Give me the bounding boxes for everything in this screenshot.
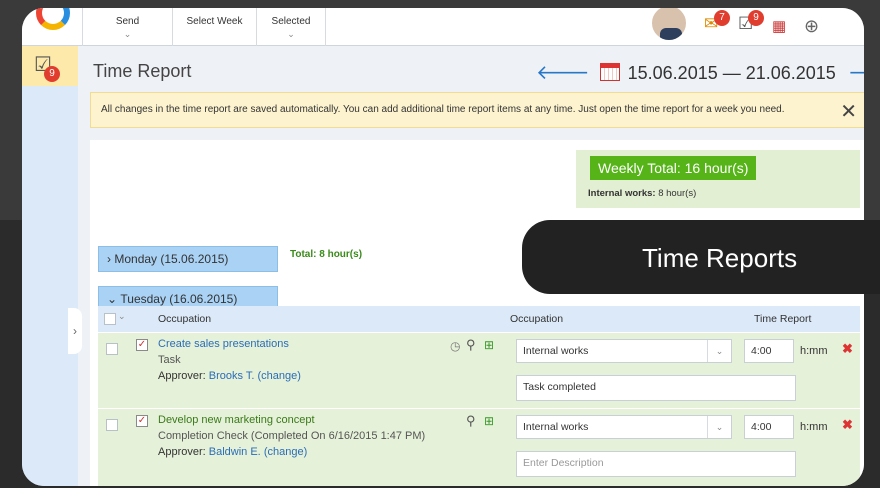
change-approver-link[interactable]: (change) [264, 446, 307, 458]
toolbar: Send ⌄ Select Week Selected ⌄ ✉ 7 ☑ 9 ▦ … [22, 8, 864, 46]
prev-week-arrow-icon[interactable]: 🡐 [536, 62, 590, 84]
time-input[interactable]: 4:00 [744, 415, 794, 439]
change-approver-link[interactable]: (change) [257, 370, 300, 382]
column-occupation[interactable]: Occupation [158, 313, 211, 325]
calendar-icon[interactable]: ▦ [772, 17, 796, 41]
send-button[interactable]: Send ⌄ [82, 8, 172, 46]
approver-label: Approver: [158, 370, 206, 382]
column-time-report[interactable]: Time Report [754, 313, 811, 325]
approver-label: Approver: [158, 446, 206, 458]
chevron-down-icon: ⌄ [107, 292, 121, 306]
search-icon[interactable]: ⚲ [466, 337, 476, 353]
grid-header: ⌄ Occupation Occupation Time Report [98, 306, 860, 332]
table-row: ✓ Develop new marketing concept Completi… [98, 408, 860, 486]
task-type: Task [158, 354, 181, 366]
approver: Approver: Brooks T. (change) [158, 370, 301, 382]
internal-works-label: Internal works: [588, 188, 656, 199]
date-range: 15.06.2015 — 21.06.2015 [627, 63, 836, 83]
notice-text: All changes in the time report are saved… [101, 104, 785, 115]
autosave-notice: All changes in the time report are saved… [90, 92, 864, 128]
time-reports-tooltip: Time Reports [522, 220, 880, 294]
select-all-checkbox[interactable] [104, 313, 116, 325]
mail-badge: 7 [714, 10, 730, 26]
task-title-link[interactable]: Create sales presentations [158, 338, 289, 350]
task-done-checkbox[interactable]: ✓ [136, 415, 148, 427]
clock-icon[interactable]: ◷ [450, 339, 460, 353]
sidebar-item-time-reports[interactable]: ☑ 9 [22, 46, 78, 86]
internal-works-summary: Internal works: 8 hour(s) [588, 188, 696, 199]
approver-link[interactable]: Baldwin E. [209, 446, 261, 458]
close-icon[interactable]: ✕ [840, 99, 857, 124]
day-label: Tuesday (16.06.2015) [120, 292, 238, 306]
weekly-summary: Weekly Total: 16 hour(s) Internal works:… [576, 150, 860, 208]
tasks-badge: 9 [748, 10, 764, 26]
table-row: ✓ Create sales presentations Task Approv… [98, 332, 860, 408]
description-input[interactable]: Enter Description [516, 451, 796, 477]
row-checkbox[interactable] [106, 343, 118, 355]
add-calendar-icon[interactable]: ⊞ [484, 414, 494, 428]
next-week-arrow-icon[interactable]: 🡒 [848, 62, 864, 84]
delete-icon[interactable]: ✖ [842, 417, 853, 433]
task-title[interactable]: Develop new marketing concept [158, 414, 315, 426]
occupation-select[interactable]: Internal works ⌄ [516, 415, 732, 439]
approver: Approver: Baldwin E. (change) [158, 446, 307, 458]
selected-button[interactable]: Selected ⌄ [256, 8, 326, 46]
chevron-down-icon: ⌄ [123, 29, 132, 39]
chevron-circle-down-icon[interactable]: ⊕ [804, 16, 828, 40]
sidebar: ☑ 9 › [22, 46, 82, 486]
send-label: Send [115, 16, 140, 27]
sidebar-badge: 9 [44, 66, 60, 82]
task-status: Completion Check (Completed On 6/16/2015… [158, 430, 426, 442]
weekly-total: Weekly Total: 16 hour(s) [590, 156, 757, 180]
chevron-down-icon: ⌄ [287, 29, 295, 39]
delete-icon[interactable]: ✖ [842, 341, 853, 357]
date-navigator: 🡐 15.06.2015 — 21.06.2015 🡒 [536, 60, 864, 85]
selected-label: Selected [271, 16, 311, 27]
occupation-value: Internal works [523, 345, 589, 357]
select-week-button[interactable]: Select Week [172, 8, 256, 46]
user-avatar[interactable] [650, 8, 688, 42]
page-title: Time Report [93, 61, 192, 81]
occupation-select[interactable]: Internal works ⌄ [516, 339, 732, 363]
approver-link[interactable]: Brooks T. [209, 370, 255, 382]
chevron-down-icon[interactable]: ⌄ [118, 311, 126, 322]
time-unit: h:mm [800, 345, 828, 357]
description-input[interactable]: Task completed [516, 375, 796, 401]
chevron-down-icon: ⌄ [707, 416, 731, 438]
time-report-panel: Weekly Total: 16 hour(s) Internal works:… [90, 140, 864, 486]
select-week-label: Select Week [186, 16, 243, 27]
occupation-value: Internal works [523, 421, 589, 433]
column-occupation-type[interactable]: Occupation [510, 313, 563, 325]
search-icon[interactable]: ⚲ [466, 413, 476, 429]
monday-total: Total: 8 hour(s) [290, 249, 363, 260]
chevron-down-icon: ⌄ [707, 340, 731, 362]
day-header-monday[interactable]: › Monday (15.06.2015) [98, 246, 278, 272]
time-unit: h:mm [800, 421, 828, 433]
calendar-icon[interactable] [599, 63, 620, 81]
internal-works-value: 8 hour(s) [658, 188, 697, 199]
day-label: Monday (15.06.2015) [114, 252, 229, 266]
task-done-checkbox[interactable]: ✓ [136, 339, 148, 351]
time-report-grid: ⌄ Occupation Occupation Time Report ✓ Cr… [98, 306, 860, 486]
time-input[interactable]: 4:00 [744, 339, 794, 363]
app-logo-icon[interactable] [36, 8, 70, 30]
row-checkbox[interactable] [106, 419, 118, 431]
add-calendar-icon[interactable]: ⊞ [484, 338, 494, 352]
sidebar-expand-handle[interactable]: › [68, 308, 82, 354]
